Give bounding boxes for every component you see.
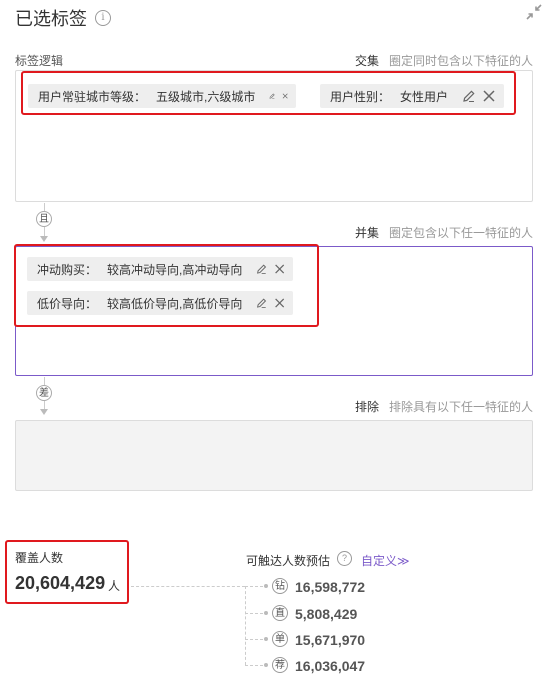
exclude-label: 排除	[355, 400, 380, 414]
edit-icon[interactable]	[256, 296, 267, 310]
tag-city-level: 用户常驻城市等级： 五级城市,六级城市	[28, 84, 296, 108]
channel-value: 16,598,772	[295, 579, 366, 595]
connector-line	[44, 203, 45, 211]
channel-direct-icon: 直	[272, 605, 288, 621]
customize-link[interactable]: 自定义≫	[361, 552, 410, 569]
tag-value: 较高低价导向,高低价导向	[107, 296, 243, 311]
tree-connector	[245, 665, 263, 666]
arrow-down-icon	[40, 409, 48, 415]
tree-dot	[264, 663, 268, 667]
tag-key: 用户常驻城市等级：	[38, 89, 147, 104]
info-icon[interactable]: i	[95, 10, 111, 26]
collapse-icon[interactable]	[525, 3, 543, 21]
tag-impulse-buy: 冲动购买： 较高冲动导向,高冲动导向	[27, 257, 293, 281]
tag-key: 低价导向：	[37, 296, 98, 311]
edit-icon[interactable]	[256, 262, 267, 276]
tag-value: 较高冲动导向,高冲动导向	[107, 262, 243, 277]
coverage-label: 覆盖人数	[15, 551, 64, 565]
tag-value: 女性用户	[400, 89, 449, 104]
tree-connector	[245, 613, 263, 614]
close-icon[interactable]	[282, 89, 288, 103]
union-desc: 圈定包含以下任一特征的人	[389, 226, 534, 240]
close-icon[interactable]	[274, 296, 285, 310]
tag-low-price: 低价导向： 较高低价导向,高低价导向	[27, 291, 293, 315]
tree-connector	[245, 639, 263, 640]
intersection-desc: 圈定同时包含以下特征的人	[389, 54, 534, 68]
coverage-unit: 人	[108, 579, 121, 593]
arrow-down-icon	[40, 236, 48, 242]
tag-key: 用户性别：	[330, 89, 391, 104]
exclude-desc: 排除具有以下任一特征的人	[389, 400, 534, 414]
tree-dot	[264, 584, 268, 588]
channel-recommend-icon: 荐	[272, 657, 288, 673]
channel-diamond-icon: 钻	[272, 578, 288, 594]
connector-line	[44, 377, 45, 385]
intersection-label: 交集	[355, 54, 380, 68]
coverage-value: 20,604,429	[15, 573, 106, 593]
panel-title: 已选标签	[15, 9, 87, 29]
channel-value: 16,036,047	[295, 658, 366, 674]
intersection-box: 用户常驻城市等级： 五级城市,六级城市 用户性别： 女性用户	[15, 70, 533, 202]
and-badge: 且	[36, 211, 52, 227]
union-label: 并集	[355, 226, 380, 240]
tree-connector	[131, 586, 245, 587]
reach-label: 可触达人数预估	[246, 554, 331, 568]
channel-single-icon: 单	[272, 631, 288, 647]
tree-dot	[264, 637, 268, 641]
close-icon[interactable]	[274, 262, 285, 276]
exclude-box	[15, 420, 533, 491]
tag-gender: 用户性别： 女性用户	[320, 84, 504, 108]
help-icon[interactable]: ?	[337, 551, 352, 566]
tag-key: 冲动购买：	[37, 262, 98, 277]
union-box: 冲动购买： 较高冲动导向,高冲动导向 低价导向： 较高低价导向,高低价导向	[15, 246, 533, 376]
tag-value: 五级城市,六级城市	[156, 89, 256, 104]
edit-icon[interactable]	[269, 89, 276, 103]
diff-badge: 差	[36, 385, 52, 401]
tag-logic-label: 标签逻辑	[15, 54, 64, 68]
tree-connector	[245, 586, 246, 665]
close-icon[interactable]	[482, 89, 496, 103]
channel-value: 15,671,970	[295, 632, 366, 648]
tree-dot	[264, 611, 268, 615]
edit-icon[interactable]	[462, 89, 476, 103]
channel-value: 5,808,429	[295, 606, 358, 622]
tree-connector	[245, 586, 263, 587]
